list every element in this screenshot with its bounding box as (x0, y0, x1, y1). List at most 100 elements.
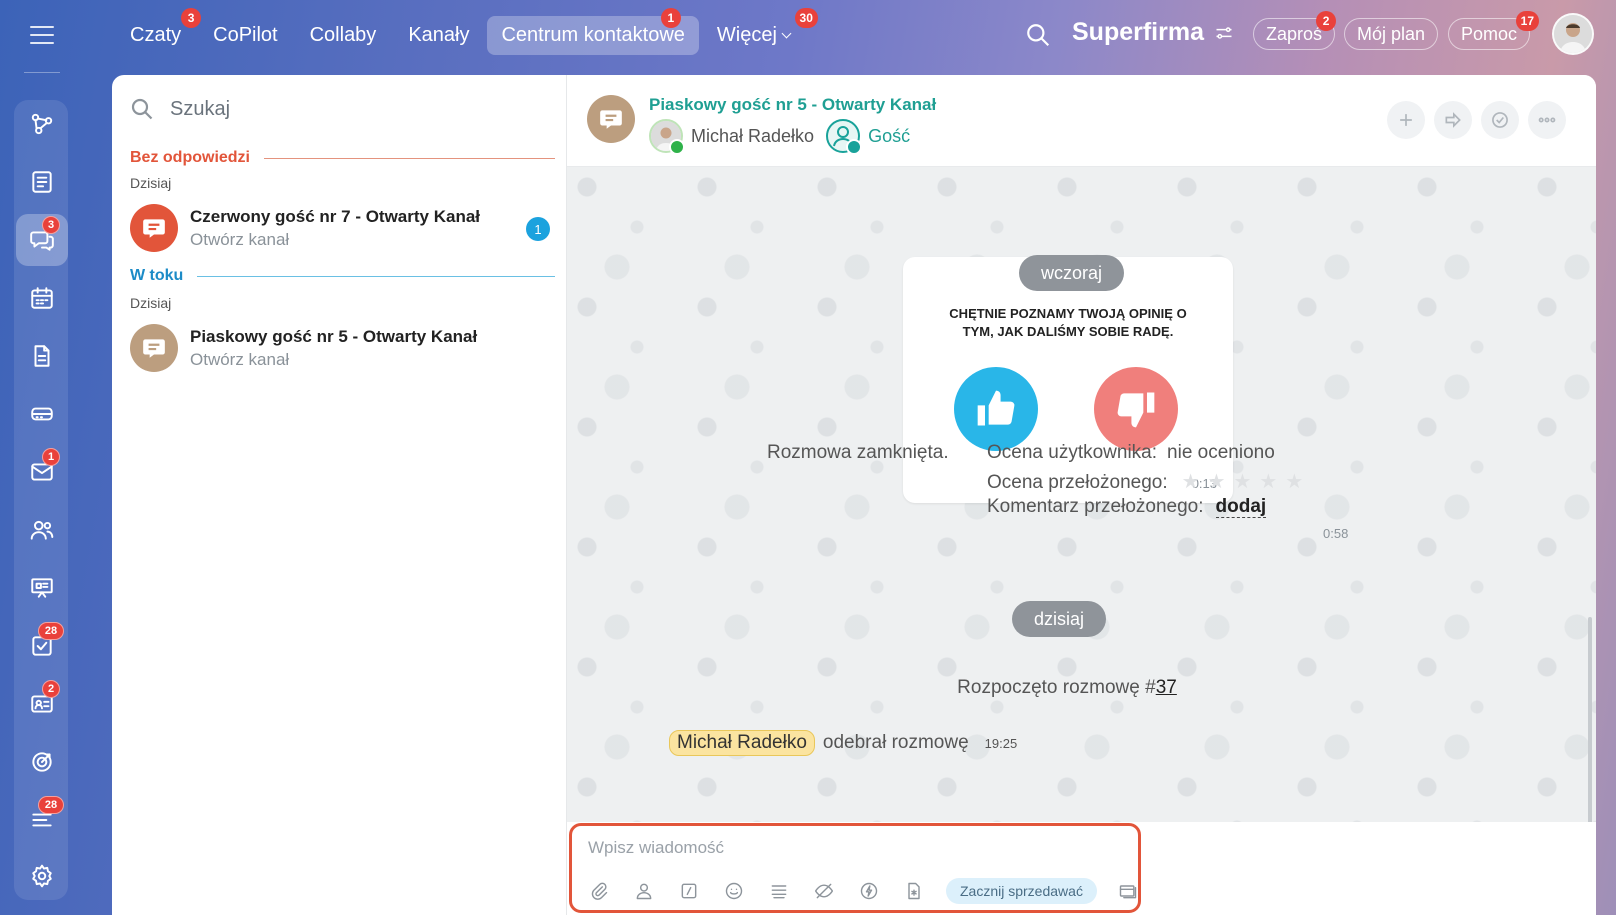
panel-toggle-button[interactable] (1115, 878, 1141, 904)
brand-name: Superfirma (1072, 18, 1204, 46)
add-user-button[interactable] (1387, 101, 1425, 139)
list-item[interactable]: Czerwony gość nr 7 - Otwarty Kanał Otwór… (130, 201, 550, 255)
check-circle-icon (1492, 112, 1508, 128)
chat-panel: Piaskowy gość nr 5 - Otwarty Kanał Micha… (567, 75, 1596, 915)
document-icon (34, 345, 50, 367)
chat-subtitle: Otwórz kanał (190, 229, 290, 249)
forward-arrow-icon (1445, 112, 1461, 128)
my-plan-button[interactable]: Mój plan (1344, 18, 1439, 50)
chat-list-panel: Bez odpowiedzi Dzisiaj Czerwony gość nr … (112, 75, 567, 915)
chat-avatar (130, 324, 178, 372)
header-actions (1378, 101, 1566, 139)
list-search (130, 97, 530, 121)
tab-copilot[interactable]: CoPilot (199, 16, 291, 55)
rating-stars[interactable]: ★★★★★ (1182, 469, 1312, 494)
tab-chats[interactable]: Czaty 3 (116, 7, 202, 55)
rail-item-chats[interactable]: 3 (16, 214, 68, 266)
invite-button[interactable]: Zaproś 2 (1253, 11, 1337, 50)
more-dots-icon (1538, 117, 1556, 123)
finish-button[interactable] (1481, 101, 1519, 139)
lightning-icon (860, 882, 878, 900)
tab-label: Czaty (130, 23, 182, 46)
help-button[interactable]: Pomoc 17 (1448, 11, 1540, 50)
automation-button[interactable] (856, 878, 882, 904)
rail-item-crm[interactable]: 2 (16, 678, 68, 730)
supervisor-rating-row: Ocena przełożonego: ★★★★★ (987, 469, 1387, 496)
rail-item-mail[interactable]: 1 (16, 446, 68, 498)
form-button[interactable] (766, 878, 792, 904)
supervisor-comment-label: Komentarz przełożonego: (987, 496, 1204, 517)
thumb-down-button[interactable] (1094, 367, 1178, 451)
operator-mention[interactable]: Michał Radełko (669, 730, 815, 756)
rail-item-goals[interactable] (16, 736, 68, 788)
chat-title[interactable]: Piaskowy gość nr 5 - Otwarty Kanał (649, 95, 936, 115)
start-selling-button[interactable]: Zacznij sprzedawać (946, 878, 1097, 904)
member-name[interactable]: Gość (868, 126, 910, 147)
help-label: Pomoc (1461, 23, 1518, 44)
knowledge-base-button[interactable] (901, 878, 927, 904)
tab-channels[interactable]: Kanały (394, 16, 483, 55)
search-icon[interactable] (1025, 22, 1051, 48)
rail-item-sites[interactable] (16, 562, 68, 614)
message-list[interactable]: CHĘTNIE POZNAMY TWOJĄ OPINIĘ O TYM, JAK … (567, 167, 1596, 915)
member-name[interactable]: Michał Radełko (691, 126, 814, 147)
search-icon (131, 98, 153, 120)
people-icon (30, 520, 54, 540)
message-time: 0:58 (1323, 526, 1349, 541)
contact-button[interactable] (631, 878, 657, 904)
input-toolbar: Zacznij sprzedawać (586, 878, 1160, 904)
member-avatar[interactable] (649, 119, 685, 155)
left-rail: 3 1 28 2 28 (0, 0, 84, 915)
search-input[interactable] (170, 97, 530, 121)
unread-counter: 1 (526, 217, 550, 241)
menu-icon[interactable] (30, 26, 54, 44)
chat-title: Czerwony gość nr 7 - Otwarty Kanał (190, 206, 481, 226)
transfer-button[interactable] (1434, 101, 1472, 139)
section-unanswered: Bez odpowiedzi (130, 149, 555, 167)
member-avatar[interactable] (826, 119, 863, 155)
flows-icon (31, 113, 53, 135)
tab-collaby[interactable]: Collaby (296, 16, 391, 55)
add-comment-link[interactable]: dodaj (1215, 496, 1267, 518)
tab-label: Więcej (716, 23, 777, 46)
tab-contact-center[interactable]: Centrum kontaktowe 1 (487, 7, 699, 55)
quick-answer-button[interactable] (676, 878, 702, 904)
rail-divider (24, 72, 60, 73)
tab-more[interactable]: Więcej 30 (703, 7, 818, 55)
chevron-down-icon (781, 28, 792, 38)
session-number-link[interactable]: 37 (1156, 677, 1177, 698)
target-icon (32, 752, 52, 772)
chat-avatar[interactable] (587, 95, 635, 143)
date-separator: wczoraj (1019, 255, 1125, 291)
thumb-up-button[interactable] (954, 367, 1038, 451)
message-input[interactable] (588, 838, 1128, 858)
attach-button[interactable] (586, 878, 612, 904)
hidden-message-button[interactable] (811, 878, 837, 904)
user-avatar[interactable] (1552, 13, 1594, 55)
plus-icon (1400, 114, 1412, 126)
list-item[interactable]: Piaskowy gość nr 5 - Otwarty Kanał Otwór… (130, 321, 550, 375)
company-brand[interactable]: Superfirma (1072, 18, 1234, 47)
chat-members: Michał Radełko Gość (649, 119, 922, 155)
more-button[interactable] (1528, 101, 1566, 139)
rail-item-contacts[interactable] (16, 504, 68, 556)
rail-item-tasks[interactable]: 28 (16, 620, 68, 672)
invite-label: Zaproś (1266, 23, 1323, 44)
tab-badge: 1 (660, 7, 681, 28)
window-icon (1119, 885, 1137, 899)
input-highlight-frame: Zacznij sprzedawać (569, 823, 1141, 913)
rating-question: CHĘTNIE POZNAMY TWOJĄ OPINIĘ O TYM, JAK … (949, 306, 1187, 339)
rail-item-calendar[interactable] (16, 272, 68, 324)
rail-item-stream[interactable]: 28 (16, 794, 68, 846)
crown-icon (669, 139, 685, 155)
session-started-text: Rozpoczęto rozmowę # (957, 677, 1156, 698)
rail-item-feed[interactable] (16, 156, 68, 208)
rail-item-flows[interactable] (16, 98, 68, 150)
rail-item-settings[interactable] (16, 850, 68, 902)
chats-badge: 3 (42, 216, 60, 234)
emoji-button[interactable] (721, 878, 747, 904)
rail-item-documents[interactable] (16, 330, 68, 382)
presentation-icon (31, 578, 53, 598)
rail-item-drive[interactable] (16, 388, 68, 440)
user-avatar-icon (1554, 15, 1592, 53)
